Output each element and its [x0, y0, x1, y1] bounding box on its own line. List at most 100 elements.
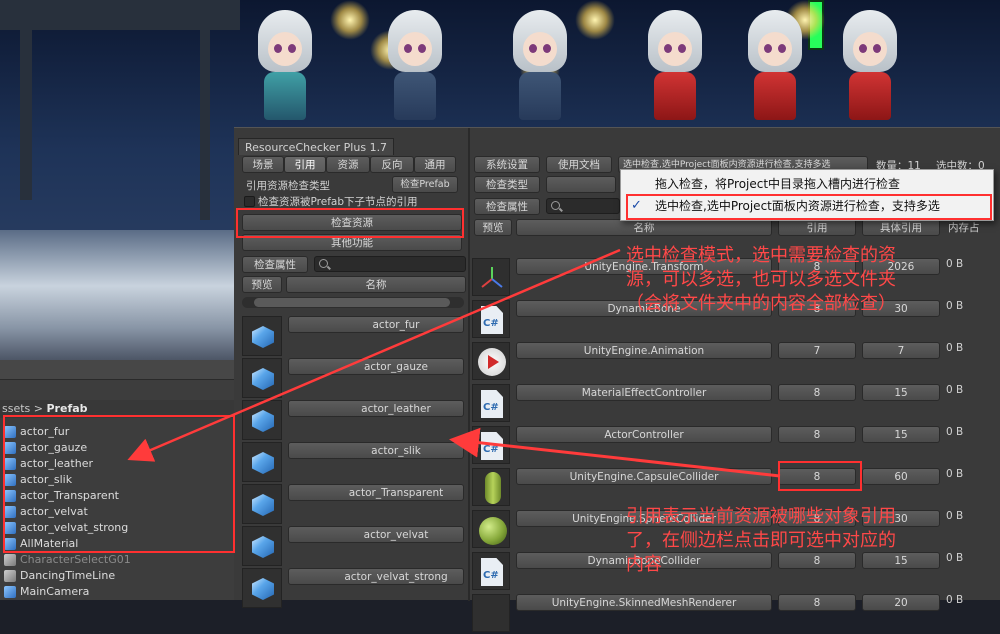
result-spec-count[interactable]: 60: [862, 468, 940, 485]
result-spec-count[interactable]: 7: [862, 342, 940, 359]
tab-general[interactable]: 通用: [414, 156, 456, 173]
child-ref-checkbox[interactable]: [244, 196, 255, 207]
result-memory: 0 B: [946, 426, 964, 438]
right-check-attribute-button[interactable]: 检查属性: [474, 198, 540, 215]
preview-thumb: [472, 258, 510, 296]
result-row[interactable]: UnityEngine.CapsuleCollider 8 60 0 B: [470, 468, 990, 508]
character: [835, 10, 905, 120]
result-memory: 0 B: [946, 552, 964, 564]
result-memory: 0 B: [946, 468, 964, 480]
tab-reference[interactable]: 引用: [284, 156, 326, 173]
ref-type-dropdown[interactable]: 检查Prefab: [392, 176, 458, 193]
col-ref-header[interactable]: 引用: [778, 219, 856, 236]
col-preview-header[interactable]: 预览: [474, 219, 512, 236]
col-name-header[interactable]: 名称: [516, 219, 772, 236]
scene-beam: [0, 0, 240, 30]
scene-object-item[interactable]: CharacterSelectG01: [0, 552, 240, 568]
csharp-script-icon: C#: [481, 432, 503, 460]
prefab-thumbnail: [242, 568, 282, 608]
result-name[interactable]: ActorController: [516, 426, 772, 443]
tab-resource[interactable]: 资源: [326, 156, 370, 173]
window-title-tab[interactable]: ResourceChecker Plus 1.7: [238, 138, 395, 155]
scene-object-item[interactable]: DancingTimeLine: [0, 568, 240, 584]
docs-button[interactable]: 使用文档: [546, 156, 612, 173]
prefab-name-button[interactable]: actor_fur: [288, 316, 464, 333]
check-type-field[interactable]: [546, 176, 616, 193]
check-attribute-button[interactable]: 检查属性: [242, 256, 308, 273]
result-ref-count[interactable]: 8: [778, 426, 856, 443]
tab-scene[interactable]: 场景: [242, 156, 284, 173]
prefab-thumbnail: [242, 526, 282, 566]
prefab-name-button[interactable]: actor_Transparent: [288, 484, 464, 501]
settings-button[interactable]: 系统设置: [474, 156, 540, 173]
cube-icon: [252, 326, 274, 348]
prefab-list-item[interactable]: actor_gauze: [240, 358, 472, 398]
cube-icon: [252, 368, 274, 390]
prefab-name-button[interactable]: actor_leather: [288, 400, 464, 417]
result-spec-count[interactable]: 15: [862, 384, 940, 401]
prefab-name-button[interactable]: actor_gauze: [288, 358, 464, 375]
search-input[interactable]: [314, 256, 466, 272]
result-memory: 0 B: [946, 384, 964, 396]
prefab-list-item[interactable]: actor_velvat_strong: [240, 568, 472, 608]
prefab-list-item[interactable]: actor_Transparent: [240, 484, 472, 524]
prefab-list-item[interactable]: actor_fur: [240, 316, 472, 356]
prefab-name-button[interactable]: actor_velvat: [288, 526, 464, 543]
ref-type-label: 引用资源检查类型: [246, 180, 330, 192]
csharp-script-icon: C#: [481, 306, 503, 334]
result-ref-count[interactable]: 8: [778, 384, 856, 401]
cube-icon: [252, 452, 274, 474]
preview-thumb: [472, 468, 510, 506]
result-row[interactable]: UnityEngine.SkinnedMeshRenderer 8 20 0 B: [470, 594, 990, 634]
panel-toolbar: [0, 360, 240, 380]
cube-icon: [252, 410, 274, 432]
preview-column-button[interactable]: 预览: [242, 276, 282, 293]
prefab-list-item[interactable]: actor_leather: [240, 400, 472, 440]
check-type-button[interactable]: 检查类型: [474, 176, 540, 193]
breadcrumb-parent[interactable]: ssets: [2, 402, 30, 415]
prefab-name-button[interactable]: actor_slik: [288, 442, 464, 459]
result-memory: 0 B: [946, 342, 964, 354]
prefab-list-item[interactable]: actor_velvat: [240, 526, 472, 566]
ref-annotation: 引用表示当前资源被哪些对象引用 了，在侧边栏点击即可选中对应的 内容: [626, 506, 896, 575]
col-spec-header[interactable]: 具体引用: [862, 219, 940, 236]
breadcrumb-current[interactable]: Prefab: [47, 402, 88, 415]
menu-option-drag-check[interactable]: 拖入检查，将Project中目录拖入槽内进行检查: [621, 173, 993, 195]
col-mem-header[interactable]: 内存占: [948, 220, 980, 235]
character: [505, 10, 575, 120]
prefab-list-item[interactable]: actor_slik: [240, 442, 472, 482]
result-ref-count[interactable]: 7: [778, 342, 856, 359]
horizontal-scrollbar[interactable]: [242, 297, 464, 308]
scene-pillar: [200, 30, 210, 220]
result-memory: 0 B: [946, 510, 964, 522]
result-row[interactable]: UnityEngine.Animation 7 7 0 B: [470, 342, 990, 382]
preview-thumb: C#: [472, 426, 510, 464]
result-spec-count[interactable]: 20: [862, 594, 940, 611]
result-ref-count[interactable]: 8: [778, 594, 856, 611]
capsule-collider-icon: [485, 472, 501, 504]
result-row[interactable]: C# MaterialEffectController 8 15 0 B: [470, 384, 990, 424]
prefab-thumbnail: [242, 400, 282, 440]
transform-icon: [481, 267, 503, 288]
search-icon: [319, 259, 328, 268]
result-name[interactable]: UnityEngine.CapsuleCollider: [516, 468, 772, 485]
result-name[interactable]: UnityEngine.Animation: [516, 342, 772, 359]
preview-thumb: [472, 342, 510, 380]
prefab-thumbnail: [242, 484, 282, 524]
result-row[interactable]: C# ActorController 8 15 0 B: [470, 426, 990, 466]
name-column-button[interactable]: 名称: [286, 276, 466, 293]
prefab-name-button[interactable]: actor_velvat_strong: [288, 568, 464, 585]
scene-pillar: [20, 30, 32, 200]
result-name[interactable]: MaterialEffectController: [516, 384, 772, 401]
prefab-thumbnail: [242, 358, 282, 398]
result-spec-count[interactable]: 15: [862, 426, 940, 443]
animation-icon: [478, 348, 506, 376]
gameobject-icon: [4, 554, 16, 566]
right-search-input[interactable]: [546, 198, 620, 214]
scene-object-item[interactable]: MainCamera: [0, 584, 240, 600]
scrollbar-thumb[interactable]: [254, 298, 450, 307]
result-name[interactable]: UnityEngine.SkinnedMeshRenderer: [516, 594, 772, 611]
tab-reverse[interactable]: 反向: [370, 156, 414, 173]
cube-icon: [252, 536, 274, 558]
character: [250, 10, 320, 120]
